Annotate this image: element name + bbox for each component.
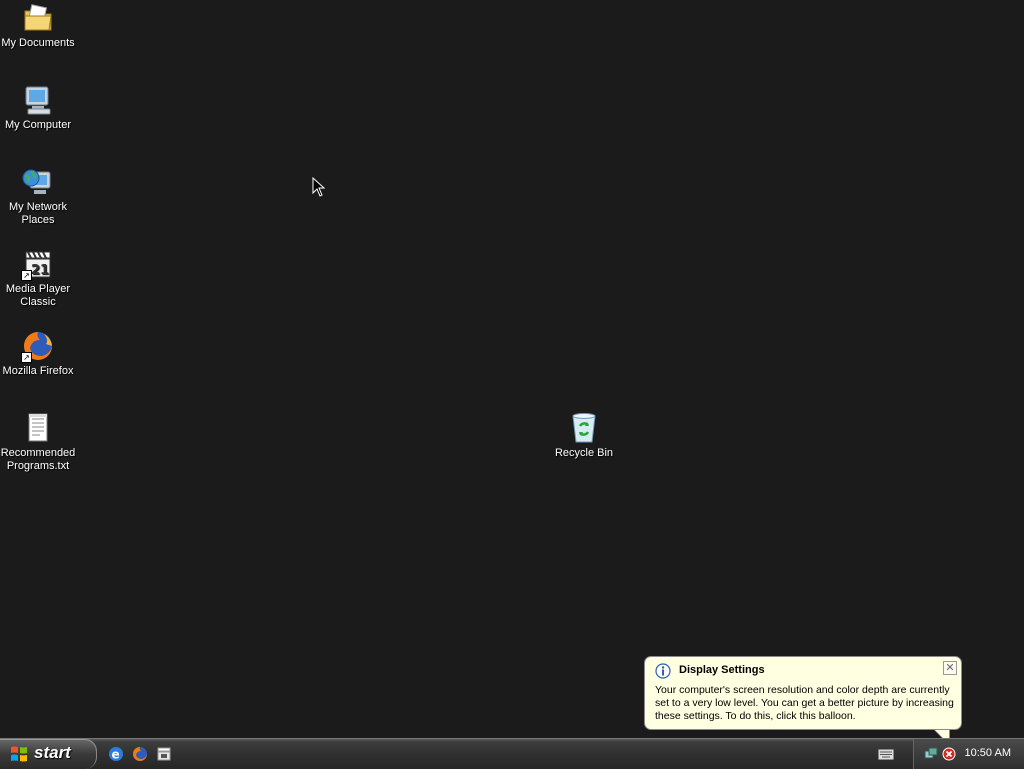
shortcut-arrow-icon: ↗ [21,352,32,363]
display-settings-balloon[interactable]: Display Settings Your computer's screen … [644,656,962,746]
svg-text:e: e [112,748,120,762]
keyboard-icon[interactable] [878,749,894,760]
desktop-icon-recommended-programs[interactable]: Recommended Programs.txt [0,412,76,473]
desktop-icon-label: My Computer [4,119,72,131]
desktop-icon-my-computer[interactable]: My Computer [0,84,76,132]
system-tray: 10:50 AM [913,739,1024,769]
info-icon [655,663,671,679]
internet-explorer-icon[interactable]: e [108,746,124,762]
desktop-icon-my-network-places[interactable]: My Network Places [0,166,76,227]
folder-documents-icon [22,2,54,34]
desktop-icon-my-documents[interactable]: My Documents [0,2,76,50]
desktop-icon-label: Recycle Bin [554,447,614,459]
mouse-pointer-icon [312,177,326,197]
taskbar: start e 10:50 AM [0,738,1024,769]
desktop-icon-label: My Documents [1,37,75,49]
network-places-icon [22,166,54,198]
balloon-title: Display Settings [679,664,765,676]
balloon-close-button[interactable]: ✕ [943,661,957,675]
desktop-icon-recycle-bin[interactable]: Recycle Bin [546,412,622,460]
desktop-icon-mozilla-firefox[interactable]: ↗ Mozilla Firefox [0,330,76,378]
desktop-icon-media-player-classic[interactable]: 21 ↗ Media Player Classic [0,248,76,309]
windows-logo-icon [11,746,27,762]
start-button[interactable]: start [0,739,97,769]
firefox-icon: ↗ [21,330,54,363]
svg-text:21: 21 [31,263,49,278]
network-connection-icon[interactable] [924,747,938,761]
clock[interactable]: 10:50 AM [965,747,1011,759]
firefox-icon[interactable] [132,746,148,762]
media-player-icon: 21 ↗ [21,248,54,281]
desktop-icon-label: My Network Places [8,201,68,226]
start-label: start [34,743,71,762]
text-file-icon [22,412,54,444]
recycle-bin-icon [568,412,600,444]
security-alert-icon[interactable] [942,747,956,761]
media-player-icon[interactable] [156,746,172,762]
computer-icon [22,84,54,116]
shortcut-arrow-icon: ↗ [21,270,32,281]
desktop-icon-label: Media Player Classic [5,283,71,308]
desktop-icon-label: Mozilla Firefox [2,365,74,377]
desktop-icon-label: Recommended Programs.txt [0,447,76,472]
balloon-message: Your computer's screen resolution and co… [655,684,954,722]
